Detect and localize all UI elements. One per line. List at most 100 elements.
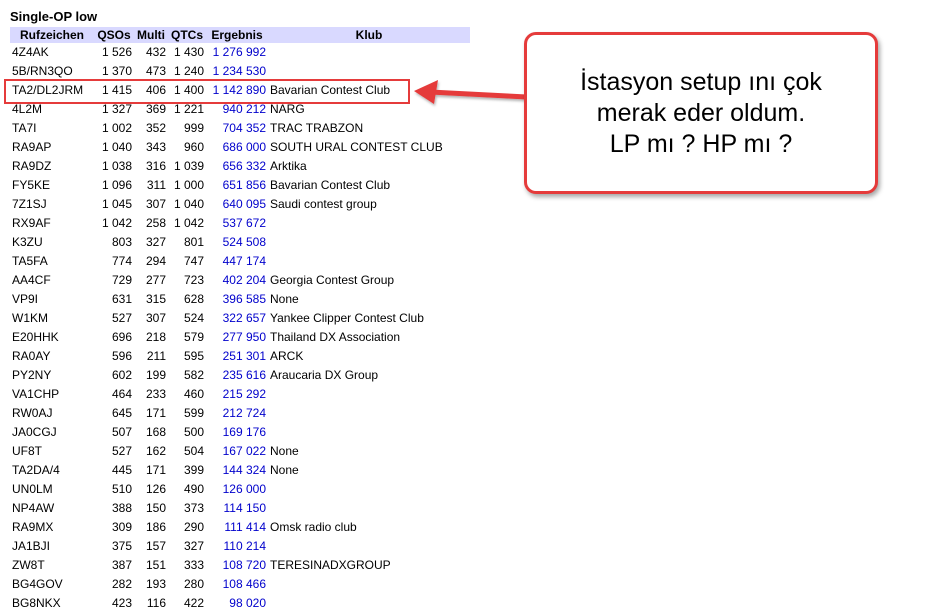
cell-callsign[interactable]: K3ZU bbox=[10, 233, 94, 252]
header-ergebnis[interactable]: Ergebnis bbox=[206, 27, 268, 43]
header-rufzeichen[interactable]: Rufzeichen bbox=[10, 27, 94, 43]
cell-callsign[interactable]: RA9MX bbox=[10, 518, 94, 537]
cell-score[interactable]: 1 234 530 bbox=[206, 62, 268, 81]
cell-callsign[interactable]: 7Z1SJ bbox=[10, 195, 94, 214]
header-qsos[interactable]: QSOs bbox=[94, 27, 134, 43]
cell-score[interactable]: 1 276 992 bbox=[206, 43, 268, 62]
cell-score[interactable]: 1 142 890 bbox=[206, 81, 268, 100]
cell-score[interactable]: 704 352 bbox=[206, 119, 268, 138]
cell-callsign[interactable]: NP4AW bbox=[10, 499, 94, 518]
cell-callsign[interactable]: 4L2M bbox=[10, 100, 94, 119]
cell-qsos: 527 bbox=[111, 444, 132, 458]
cell-qtcs: 524 bbox=[183, 311, 204, 325]
cell-score[interactable]: 114 150 bbox=[206, 499, 268, 518]
cell-multi: 199 bbox=[145, 368, 166, 382]
cell-qtcs: 399 bbox=[183, 463, 204, 477]
cell-callsign[interactable]: VP9I bbox=[10, 290, 94, 309]
cell-score[interactable]: 277 950 bbox=[206, 328, 268, 347]
cell-club: Georgia Contest Group bbox=[270, 273, 395, 287]
cell-callsign[interactable]: ZW8T bbox=[10, 556, 94, 575]
table-row: 7Z1SJ 1 045 307 1 040 640 095 Saudi contest g… bbox=[10, 195, 470, 214]
cell-callsign[interactable]: RW0AJ bbox=[10, 404, 94, 423]
cell-score[interactable]: 396 585 bbox=[206, 290, 268, 309]
cell-score[interactable]: 144 324 bbox=[206, 461, 268, 480]
cell-multi: 294 bbox=[145, 254, 166, 268]
cell-club: None bbox=[270, 444, 299, 458]
cell-score[interactable]: 651 856 bbox=[206, 176, 268, 195]
cell-callsign[interactable]: VA1CHP bbox=[10, 385, 94, 404]
cell-score[interactable]: 108 466 bbox=[206, 575, 268, 594]
cell-callsign[interactable]: RA0AY bbox=[10, 347, 94, 366]
cell-club bbox=[268, 62, 470, 81]
cell-multi: 186 bbox=[145, 520, 166, 534]
cell-score[interactable]: 111 414 bbox=[206, 518, 268, 537]
table-row: RW0AJ 645 171 599 212 724 bbox=[10, 404, 470, 423]
cell-score[interactable]: 169 176 bbox=[206, 423, 268, 442]
cell-qtcs: 960 bbox=[183, 140, 204, 154]
cell-score[interactable]: 110 214 bbox=[206, 537, 268, 556]
cell-score[interactable]: 524 508 bbox=[206, 233, 268, 252]
cell-score[interactable]: 447 174 bbox=[206, 252, 268, 271]
cell-score[interactable]: 251 301 bbox=[206, 347, 268, 366]
cell-callsign[interactable]: E20HHK bbox=[10, 328, 94, 347]
cell-club: TRAC TRABZON bbox=[270, 121, 364, 135]
cell-score[interactable]: 402 204 bbox=[206, 271, 268, 290]
table-row: TA7I 1 002 352 999 704 352 TRAC TRABZON bbox=[10, 119, 470, 138]
cell-score[interactable]: 235 616 bbox=[206, 366, 268, 385]
cell-callsign[interactable]: JA0CGJ bbox=[10, 423, 94, 442]
cell-callsign[interactable]: RA9DZ bbox=[10, 157, 94, 176]
cell-score[interactable]: 640 095 bbox=[206, 195, 268, 214]
cell-qsos: 388 bbox=[111, 501, 132, 515]
cell-callsign[interactable]: FY5KE bbox=[10, 176, 94, 195]
cell-club bbox=[268, 499, 470, 518]
cell-callsign[interactable]: TA2/DL2JRM bbox=[10, 81, 94, 100]
cell-callsign[interactable]: BG8NKX bbox=[10, 594, 94, 613]
cell-score[interactable]: 98 020 bbox=[206, 594, 268, 613]
cell-qsos: 1 002 bbox=[101, 121, 132, 135]
cell-callsign[interactable]: TA2DA/4 bbox=[10, 461, 94, 480]
table-row: RA9MX 309 186 290 111 414 Omsk radio club bbox=[10, 518, 470, 537]
cell-multi: 193 bbox=[145, 577, 166, 591]
cell-score[interactable]: 212 724 bbox=[206, 404, 268, 423]
cell-score[interactable]: 215 292 bbox=[206, 385, 268, 404]
header-klub[interactable]: Klub bbox=[268, 27, 470, 43]
cell-qtcs: 504 bbox=[183, 444, 204, 458]
cell-callsign[interactable]: RA9AP bbox=[10, 138, 94, 157]
cell-multi: 327 bbox=[145, 235, 166, 249]
cell-score[interactable]: 167 022 bbox=[206, 442, 268, 461]
cell-callsign[interactable]: BG4GOV bbox=[10, 575, 94, 594]
table-row: 5B/RN3QO 1 370 473 1 240 1 234 530 bbox=[10, 62, 470, 81]
header-multi[interactable]: Multi bbox=[134, 27, 168, 43]
cell-club bbox=[268, 252, 470, 271]
cell-multi: 352 bbox=[145, 121, 166, 135]
cell-callsign[interactable]: AA4CF bbox=[10, 271, 94, 290]
cell-callsign[interactable]: PY2NY bbox=[10, 366, 94, 385]
cell-callsign[interactable]: JA1BJI bbox=[10, 537, 94, 556]
cell-callsign[interactable]: 4Z4AK bbox=[10, 43, 94, 62]
cell-qsos: 387 bbox=[111, 558, 132, 572]
cell-score[interactable]: 656 332 bbox=[206, 157, 268, 176]
header-qtcs[interactable]: QTCs bbox=[168, 27, 206, 43]
cell-callsign[interactable]: 5B/RN3QO bbox=[10, 62, 94, 81]
cell-callsign[interactable]: TA7I bbox=[10, 119, 94, 138]
cell-score[interactable]: 537 672 bbox=[206, 214, 268, 233]
cell-club: Arktika bbox=[270, 159, 307, 173]
cell-qtcs: 290 bbox=[183, 520, 204, 534]
cell-callsign[interactable]: RX9AF bbox=[10, 214, 94, 233]
cell-qtcs: 460 bbox=[183, 387, 204, 401]
cell-score[interactable]: 108 720 bbox=[206, 556, 268, 575]
cell-qsos: 1 042 bbox=[101, 216, 132, 230]
cell-qtcs: 999 bbox=[183, 121, 204, 135]
cell-callsign[interactable]: UN0LM bbox=[10, 480, 94, 499]
cell-callsign[interactable]: W1KM bbox=[10, 309, 94, 328]
annotation-callout: İstasyon setup ını çok merak eder oldum.… bbox=[524, 32, 878, 194]
cell-score[interactable]: 322 657 bbox=[206, 309, 268, 328]
table-row: K3ZU 803 327 801 524 508 bbox=[10, 233, 470, 252]
cell-score[interactable]: 126 000 bbox=[206, 480, 268, 499]
cell-callsign[interactable]: UF8T bbox=[10, 442, 94, 461]
cell-score[interactable]: 940 212 bbox=[206, 100, 268, 119]
cell-score[interactable]: 686 000 bbox=[206, 138, 268, 157]
cell-club: NARG bbox=[270, 102, 305, 116]
table-row: RA9DZ 1 038 316 1 039 656 332 Arktika bbox=[10, 157, 470, 176]
cell-callsign[interactable]: TA5FA bbox=[10, 252, 94, 271]
